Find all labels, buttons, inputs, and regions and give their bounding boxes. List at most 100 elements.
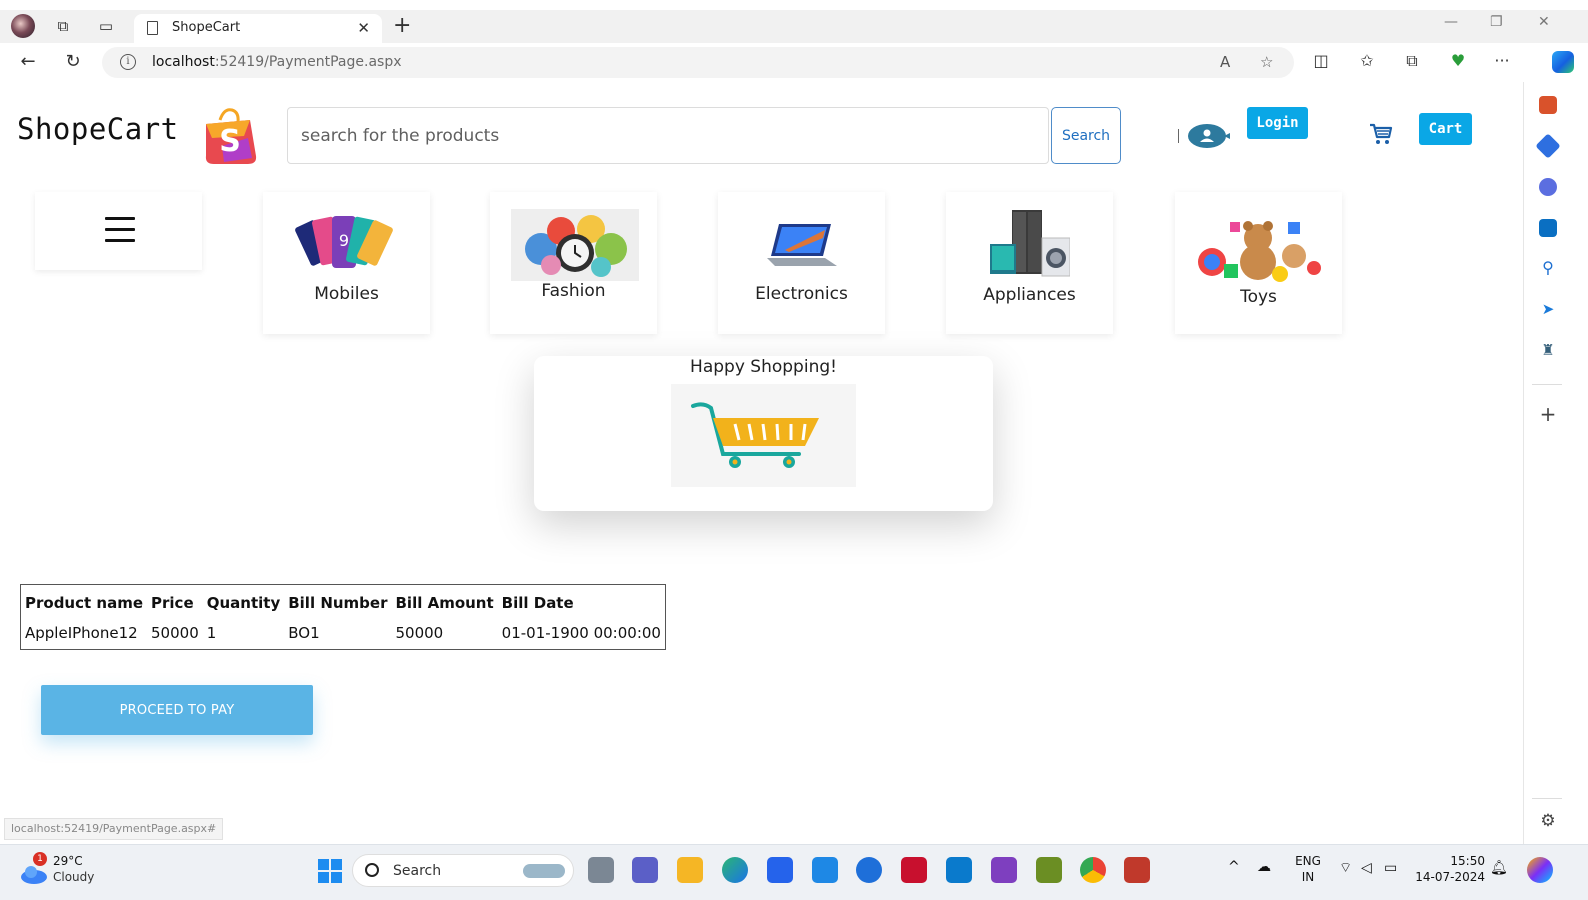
language-indicator[interactable]: ENG IN [1290, 853, 1326, 885]
tab-title: ShopeCart [172, 20, 241, 35]
sidebar-divider [1532, 384, 1562, 385]
snipping-tool-icon[interactable] [1036, 857, 1062, 883]
shopping-tag-icon[interactable] [1535, 133, 1561, 159]
category-mobiles[interactable]: 9 Mobiles [263, 192, 430, 334]
category-electronics[interactable]: Electronics [718, 192, 885, 334]
copilot-taskbar-icon[interactable] [1527, 857, 1553, 883]
outlook-icon[interactable] [1539, 219, 1557, 237]
collections-icon[interactable]: ⧉ [1401, 51, 1423, 71]
tray-overflow-icon[interactable]: ^ [1228, 859, 1240, 875]
category-fashion[interactable]: Fashion [490, 192, 657, 334]
shopecart-logo-icon[interactable]: S [200, 106, 260, 166]
edge-sidebar: ⚲ ➤ ♜ + ⚙ [1523, 82, 1588, 844]
back-icon[interactable]: ← [17, 51, 39, 73]
restore-icon[interactable]: ❐ [1490, 14, 1503, 30]
category-toys[interactable]: Toys [1175, 192, 1342, 334]
cart-icon[interactable] [1369, 122, 1393, 146]
tab-actions-icon[interactable]: ▭ [95, 15, 117, 37]
battery-icon[interactable]: ▭ [1384, 860, 1397, 876]
minimize-icon[interactable]: — [1444, 14, 1458, 30]
split-screen-icon[interactable]: ◫ [1310, 51, 1332, 70]
vscode-icon[interactable] [946, 857, 972, 883]
address-bar[interactable]: i localhost:52419/PaymentPage.aspx A ☆ [102, 47, 1294, 78]
store-icon[interactable] [767, 857, 793, 883]
close-tab-icon[interactable]: ✕ [357, 19, 370, 37]
url-text[interactable]: localhost:52419/PaymentPage.aspx [152, 54, 402, 70]
menu-toggle[interactable] [35, 192, 202, 270]
favorites-icon[interactable]: ✩ [1356, 51, 1378, 70]
popup-message: Happy Shopping! [690, 357, 837, 377]
cart-button[interactable]: Cart [1419, 113, 1472, 145]
add-sidebar-app-icon[interactable]: + [1539, 404, 1557, 424]
windows-start-icon[interactable] [318, 859, 342, 883]
favorite-star-icon[interactable]: ☆ [1260, 53, 1273, 71]
brand-name[interactable]: ShopeCart [17, 112, 179, 146]
browser-essentials-icon[interactable]: ♥ [1447, 51, 1469, 70]
iis-express-icon[interactable] [1124, 857, 1150, 883]
header-price: Price [151, 594, 194, 612]
office-icon[interactable] [1539, 178, 1557, 196]
teams-icon[interactable] [632, 857, 658, 883]
send-icon[interactable]: ➤ [1539, 300, 1557, 318]
visual-studio-icon[interactable] [991, 857, 1017, 883]
search-icon [365, 863, 379, 877]
copilot-icon[interactable] [1552, 51, 1574, 73]
user-account-icon[interactable] [1188, 121, 1230, 151]
wifi-icon[interactable]: ⌔ [1339, 860, 1352, 876]
category-label: Electronics [755, 284, 848, 304]
help-icon[interactable] [856, 857, 882, 883]
category-label: Fashion [541, 281, 606, 301]
refresh-icon[interactable]: ↻ [62, 51, 84, 73]
page-favicon-icon [147, 21, 158, 35]
sidebar-settings-icon[interactable]: ⚙ [1539, 812, 1557, 830]
login-button[interactable]: Login [1247, 107, 1308, 139]
sidebar-divider-bottom [1532, 798, 1562, 799]
site-info-icon[interactable]: i [120, 54, 136, 70]
clock[interactable]: 15:50 14-07-2024 [1413, 853, 1485, 885]
table-row: AppleIPhone12 50000 1 BO1 50000 01-01-19… [21, 619, 665, 649]
profile-avatar[interactable] [11, 14, 35, 38]
new-tab-icon[interactable]: + [393, 13, 411, 38]
product-search-field[interactable] [287, 107, 1049, 164]
shopping-cart-image [671, 384, 856, 487]
close-window-icon[interactable]: ✕ [1538, 14, 1550, 30]
tools-icon[interactable] [1539, 96, 1557, 114]
notifications-bell-icon[interactable]: 🔔︎ [1490, 860, 1508, 876]
search-sidebar-icon[interactable]: ⚲ [1539, 259, 1557, 277]
category-label: Mobiles [314, 284, 379, 304]
cell-bill-amount: 50000 [395, 623, 444, 642]
edge-taskbar-icon[interactable] [722, 857, 748, 883]
toys-image [1198, 221, 1321, 282]
myhp-icon[interactable] [812, 857, 838, 883]
cell-bill-date: 01-01-1900 00:00:00 [501, 623, 661, 642]
search-button[interactable]: Search [1051, 107, 1121, 164]
window-top-edge [0, 0, 1588, 10]
file-explorer-icon[interactable] [677, 857, 703, 883]
svg-text:S: S [219, 124, 241, 159]
read-aloud-icon[interactable]: A [1220, 53, 1230, 71]
clock-time: 15:50 [1450, 854, 1485, 868]
more-options-icon[interactable]: ··· [1491, 51, 1513, 70]
bill-table: Product name Price Quantity Bill Number … [20, 584, 666, 650]
happy-shopping-popup: Happy Shopping! [534, 356, 993, 511]
weather-condition: Cloudy [53, 870, 95, 884]
hamburger-menu-icon[interactable] [105, 217, 135, 243]
status-bar-link: localhost:52419/PaymentPage.aspx# [4, 818, 224, 840]
taskbar-search[interactable]: Search [352, 854, 574, 887]
web-page: ShopeCart S Search Login Cart [4, 82, 1523, 844]
header-bill-date: Bill Date [501, 594, 574, 612]
volume-icon[interactable]: ◁ [1361, 860, 1372, 876]
chrome-icon[interactable] [1080, 857, 1106, 883]
product-search-input[interactable] [288, 108, 1048, 163]
category-appliances[interactable]: Appliances [946, 192, 1113, 334]
onedrive-icon[interactable]: ☁ [1257, 859, 1271, 875]
proceed-to-pay-button[interactable]: PROCEED TO PAY [41, 685, 313, 735]
shopping-cart-illustration-icon [691, 402, 819, 468]
task-view-icon[interactable] [588, 857, 614, 883]
workspaces-icon[interactable]: ⧉ [52, 15, 74, 37]
tab-shopecart[interactable]: ShopeCart ✕ [134, 14, 382, 43]
mcafee-icon[interactable] [901, 857, 927, 883]
language-code: ENG [1295, 854, 1321, 868]
games-icon[interactable]: ♜ [1539, 341, 1557, 359]
svg-text:9: 9 [339, 231, 349, 250]
